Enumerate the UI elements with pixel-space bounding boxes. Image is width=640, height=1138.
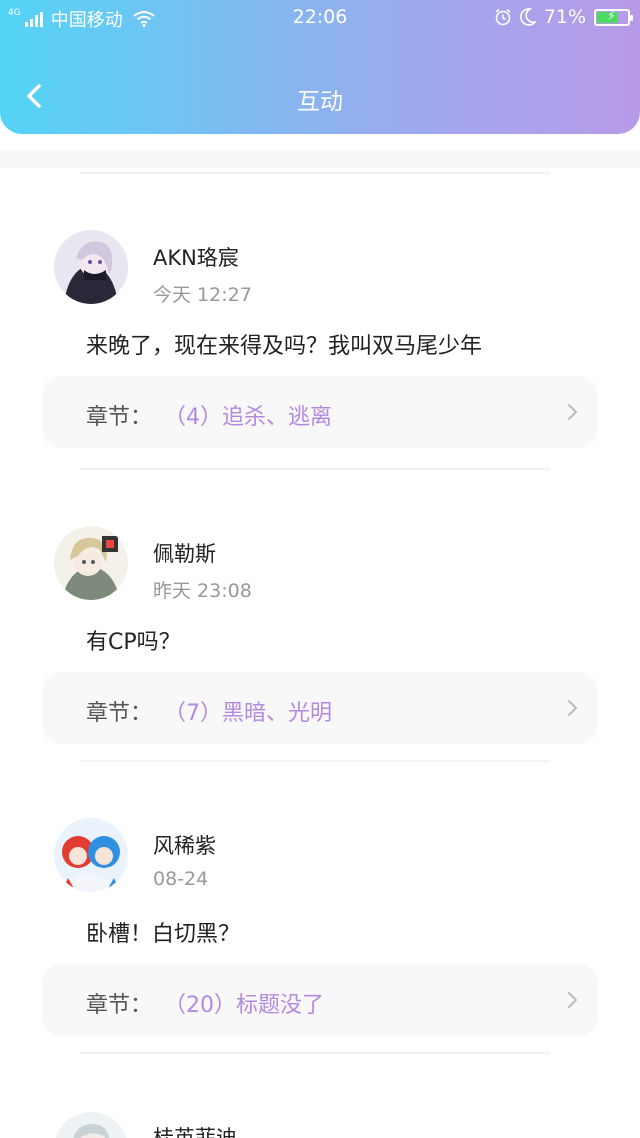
avatar[interactable] — [54, 230, 128, 304]
chapter-link[interactable]: 章节： （4）追杀、逃离 — [42, 376, 598, 448]
username[interactable]: 风稀紫 — [153, 830, 216, 860]
divider — [80, 1052, 550, 1054]
chapter-label: 章节： — [86, 405, 153, 430]
status-bar: 4G 中国移动 22:06 71% ⚡ — [0, 0, 640, 36]
comment-card: 桂英菲迪 — [0, 1048, 640, 1138]
comment-text: 卧槽！白切黑？ — [86, 922, 241, 947]
comment-time: 08-24 — [153, 868, 209, 890]
chevron-right-icon — [568, 992, 577, 1008]
moon-icon — [519, 8, 536, 26]
status-right: 71% ⚡ — [494, 6, 633, 28]
battery-icon: ⚡ — [594, 8, 633, 26]
chapter-link[interactable]: 章节： （7）黑暗、光明 — [42, 672, 598, 744]
divider — [80, 172, 550, 174]
alarm-icon — [495, 8, 511, 26]
avatar[interactable] — [54, 818, 128, 892]
username[interactable]: 桂英菲迪 — [153, 1122, 237, 1138]
page-title: 互动 — [297, 89, 343, 115]
chapter-title: （20）标题没了 — [164, 993, 324, 1018]
divider — [80, 468, 550, 470]
comment-card: 佩勒斯 昨天 23:08 有CP吗？ 章节： （7）黑暗、光明 — [0, 464, 640, 756]
comment-text: 有CP吗？ — [86, 630, 181, 655]
comment-card: AKN珞宸 今天 12:27 来晚了，现在来得及吗？我叫双马尾少年 章节： （4… — [0, 168, 640, 464]
comment-card: 风稀紫 08-24 卧槽！白切黑？ 章节： （20）标题没了 — [0, 756, 640, 1048]
avatar[interactable] — [54, 1112, 128, 1138]
divider — [0, 150, 640, 168]
comment-feed: AKN珞宸 今天 12:27 来晚了，现在来得及吗？我叫双马尾少年 章节： （4… — [0, 150, 640, 1138]
comment-time: 昨天 23:08 — [153, 580, 252, 602]
chapter-title: （4）追杀、逃离 — [164, 405, 332, 430]
chapter-link[interactable]: 章节： （20）标题没了 — [42, 964, 598, 1036]
chevron-right-icon — [568, 700, 577, 716]
username[interactable]: AKN珞宸 — [153, 242, 239, 272]
comment-time: 今天 12:27 — [153, 284, 252, 306]
chapter-label: 章节： — [86, 993, 153, 1018]
avatar[interactable] — [54, 526, 128, 600]
chevron-right-icon — [568, 404, 577, 420]
username[interactable]: 佩勒斯 — [153, 538, 216, 568]
battery-percent: 71% — [543, 6, 586, 28]
comment-text: 来晚了，现在来得及吗？我叫双马尾少年 — [86, 334, 483, 359]
chapter-title: （7）黑暗、光明 — [164, 701, 332, 726]
divider — [80, 760, 550, 762]
chapter-label: 章节： — [86, 701, 153, 726]
app-header: 4G 中国移动 22:06 71% ⚡ 互动 — [0, 0, 640, 134]
